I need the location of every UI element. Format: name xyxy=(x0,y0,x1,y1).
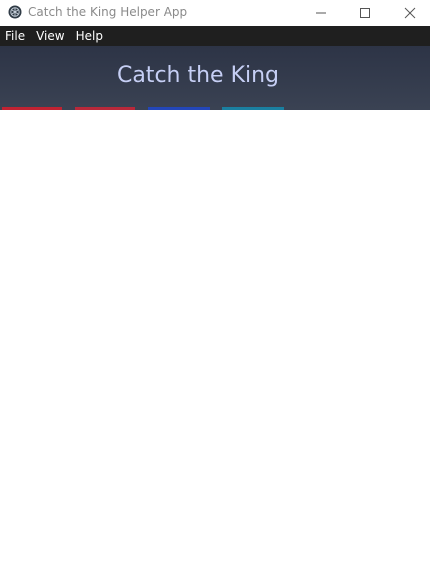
maximize-button[interactable] xyxy=(342,0,388,26)
app-logo-icon xyxy=(8,5,22,19)
minimize-button[interactable] xyxy=(298,0,344,26)
menu-help[interactable]: Help xyxy=(71,26,109,46)
content-area xyxy=(0,110,430,586)
window-title: Catch the King Helper App xyxy=(28,5,188,19)
maximize-icon xyxy=(360,8,370,18)
page-title: Catch the King xyxy=(116,63,280,88)
app-window: Catch the King Helper App File View Help… xyxy=(0,0,430,586)
menu-bar: File View Help xyxy=(0,26,430,46)
close-icon xyxy=(404,7,416,19)
minimize-icon xyxy=(316,12,326,14)
menu-file[interactable]: File xyxy=(0,26,31,46)
close-button[interactable] xyxy=(387,0,430,26)
menu-view[interactable]: View xyxy=(31,26,70,46)
title-bar[interactable]: Catch the King Helper App xyxy=(0,0,430,26)
app-header: Catch the King xyxy=(0,46,430,110)
